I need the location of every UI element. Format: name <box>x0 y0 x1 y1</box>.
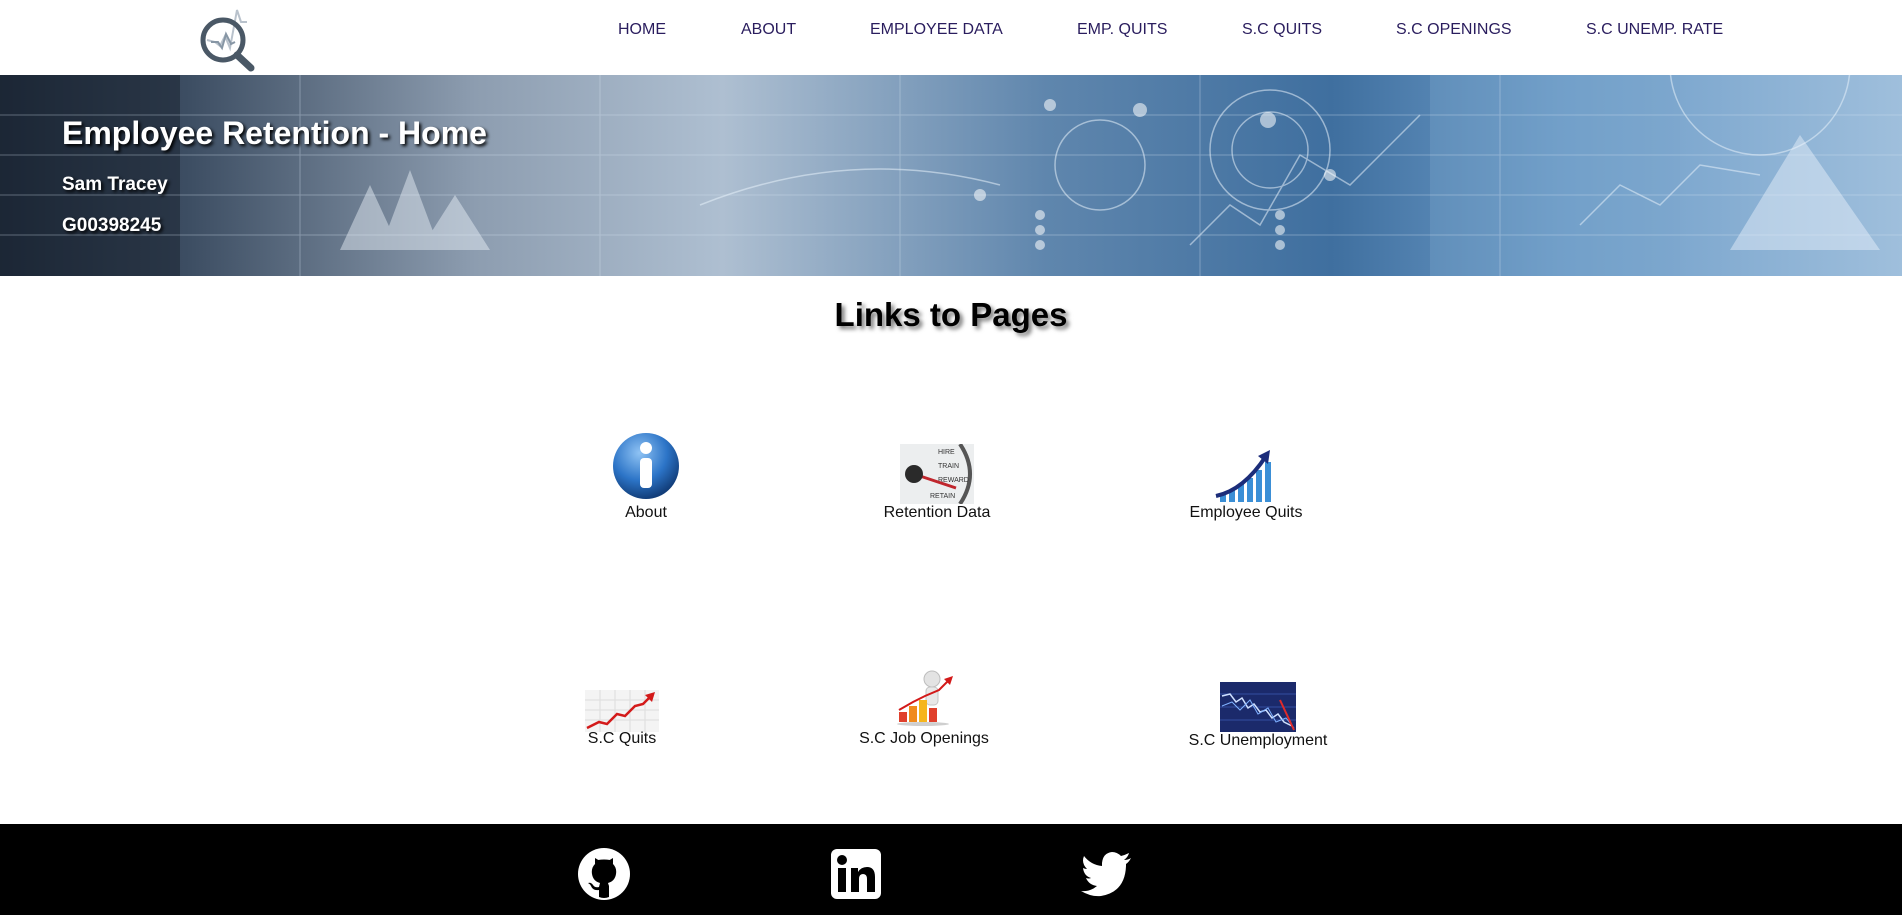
tile-about-label: About <box>625 504 667 521</box>
tile-sc-job-openings-label: S.C Job Openings <box>859 730 989 747</box>
info-icon <box>613 433 679 499</box>
rising-line-icon <box>585 690 659 732</box>
svg-text:HIRE: HIRE <box>938 449 955 456</box>
nav-about[interactable]: ABOUT <box>741 21 796 39</box>
person-bar-chart-icon <box>897 670 953 726</box>
page-title: Employee Retention - Home <box>62 115 487 151</box>
tile-employee-quits[interactable]: Employee Quits <box>1185 450 1307 525</box>
top-navbar: HOME ABOUT EMPLOYEE DATA EMP. QUITS S.C … <box>0 0 1902 75</box>
nav-emp-quits[interactable]: EMP. QUITS <box>1077 21 1167 39</box>
tile-sc-quits-label: S.C Quits <box>587 730 657 747</box>
nav-employee-data[interactable]: EMPLOYEE DATA <box>870 21 1003 39</box>
tile-retention-data-label: Retention Data <box>883 504 991 521</box>
stock-chart-icon <box>1220 682 1296 732</box>
github-icon[interactable] <box>576 846 632 902</box>
svg-text:TRAIN: TRAIN <box>938 463 959 470</box>
nav-sc-unemp-rate[interactable]: S.C UNEMP. RATE <box>1586 21 1723 39</box>
nav-sc-openings[interactable]: S.C OPENINGS <box>1396 21 1512 39</box>
tile-sc-unemployment-label: S.C Unemployment <box>1188 732 1328 749</box>
tile-retention-data[interactable]: HIRE TRAIN REWARD RETAIN Retention Data <box>874 440 1000 525</box>
magnifier-logo-icon[interactable] <box>193 4 263 74</box>
nav-home[interactable]: HOME <box>618 21 666 39</box>
author-name: Sam Tracey <box>62 174 168 195</box>
links-section-title: Links to Pages <box>834 296 1068 333</box>
retention-gauge-icon: HIRE TRAIN REWARD RETAIN <box>900 444 974 504</box>
student-id: G00398245 <box>62 215 162 236</box>
tile-sc-quits[interactable]: S.C Quits <box>572 688 672 753</box>
tile-employee-quits-label: Employee Quits <box>1189 504 1303 521</box>
tile-sc-unemployment[interactable]: S.C Unemployment <box>1184 680 1332 753</box>
tile-about[interactable]: About <box>590 430 702 525</box>
nav-sc-quits[interactable]: S.C QUITS <box>1242 21 1322 39</box>
svg-text:RETAIN: RETAIN <box>930 493 955 500</box>
linkedin-icon[interactable] <box>828 846 884 902</box>
footer <box>0 824 1902 915</box>
header-banner: Employee Retention - Home Sam Tracey G00… <box>0 75 1902 276</box>
banner-background-graphic <box>0 75 1902 276</box>
growth-chart-icon <box>1215 450 1271 502</box>
twitter-icon[interactable] <box>1079 846 1135 902</box>
tile-sc-job-openings[interactable]: S.C Job Openings <box>852 670 996 753</box>
